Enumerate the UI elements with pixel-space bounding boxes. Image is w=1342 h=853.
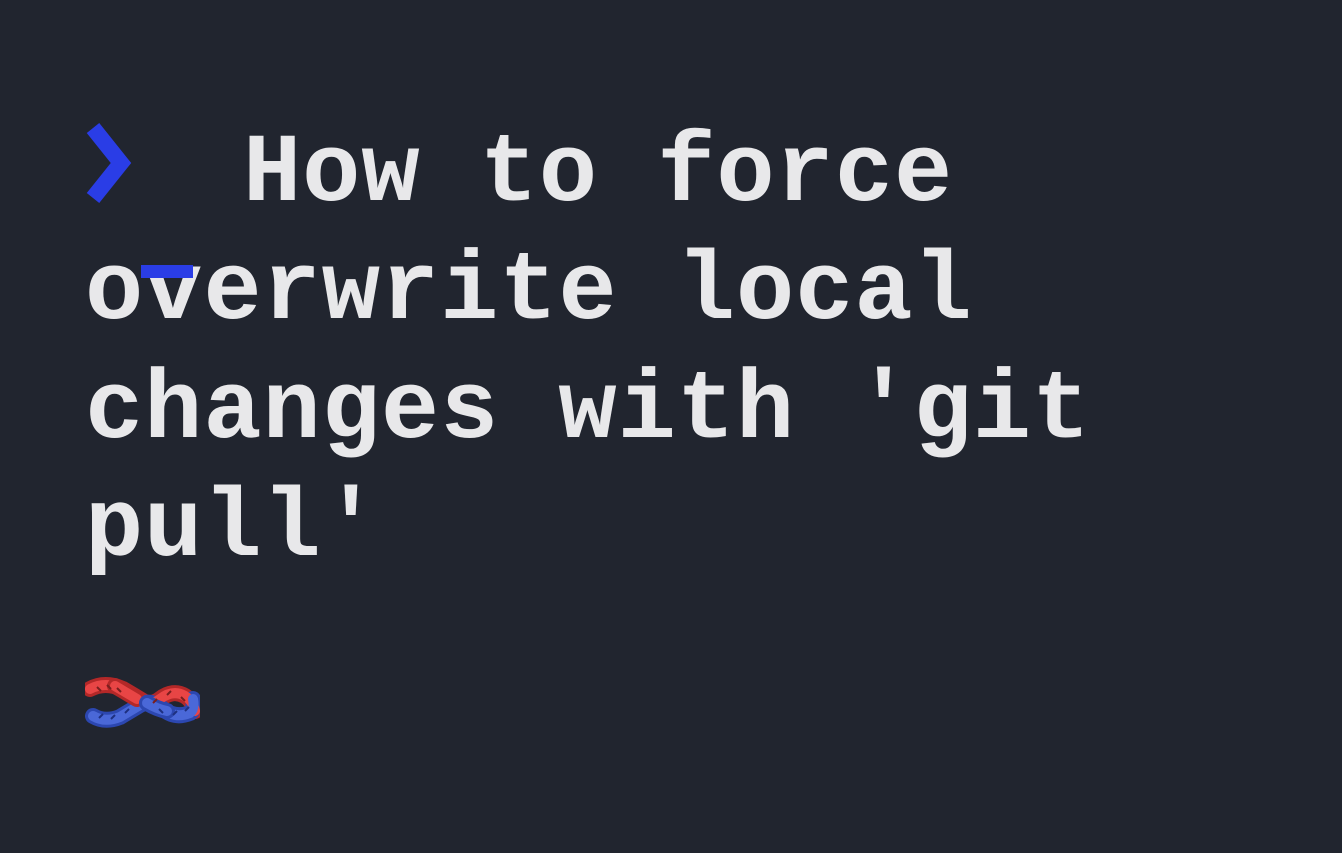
underscore-icon [141,265,193,278]
title-row: How to force overwrite local changes wit… [85,110,1257,589]
page-title: How to force overwrite local changes wit… [85,110,1257,589]
title-text: How to force overwrite local changes wit… [85,120,1091,585]
chevron-right-icon [85,118,133,242]
main-container: How to force overwrite local changes wit… [0,0,1342,743]
knot-icon [85,661,200,743]
terminal-prompt-icon [85,118,193,242]
